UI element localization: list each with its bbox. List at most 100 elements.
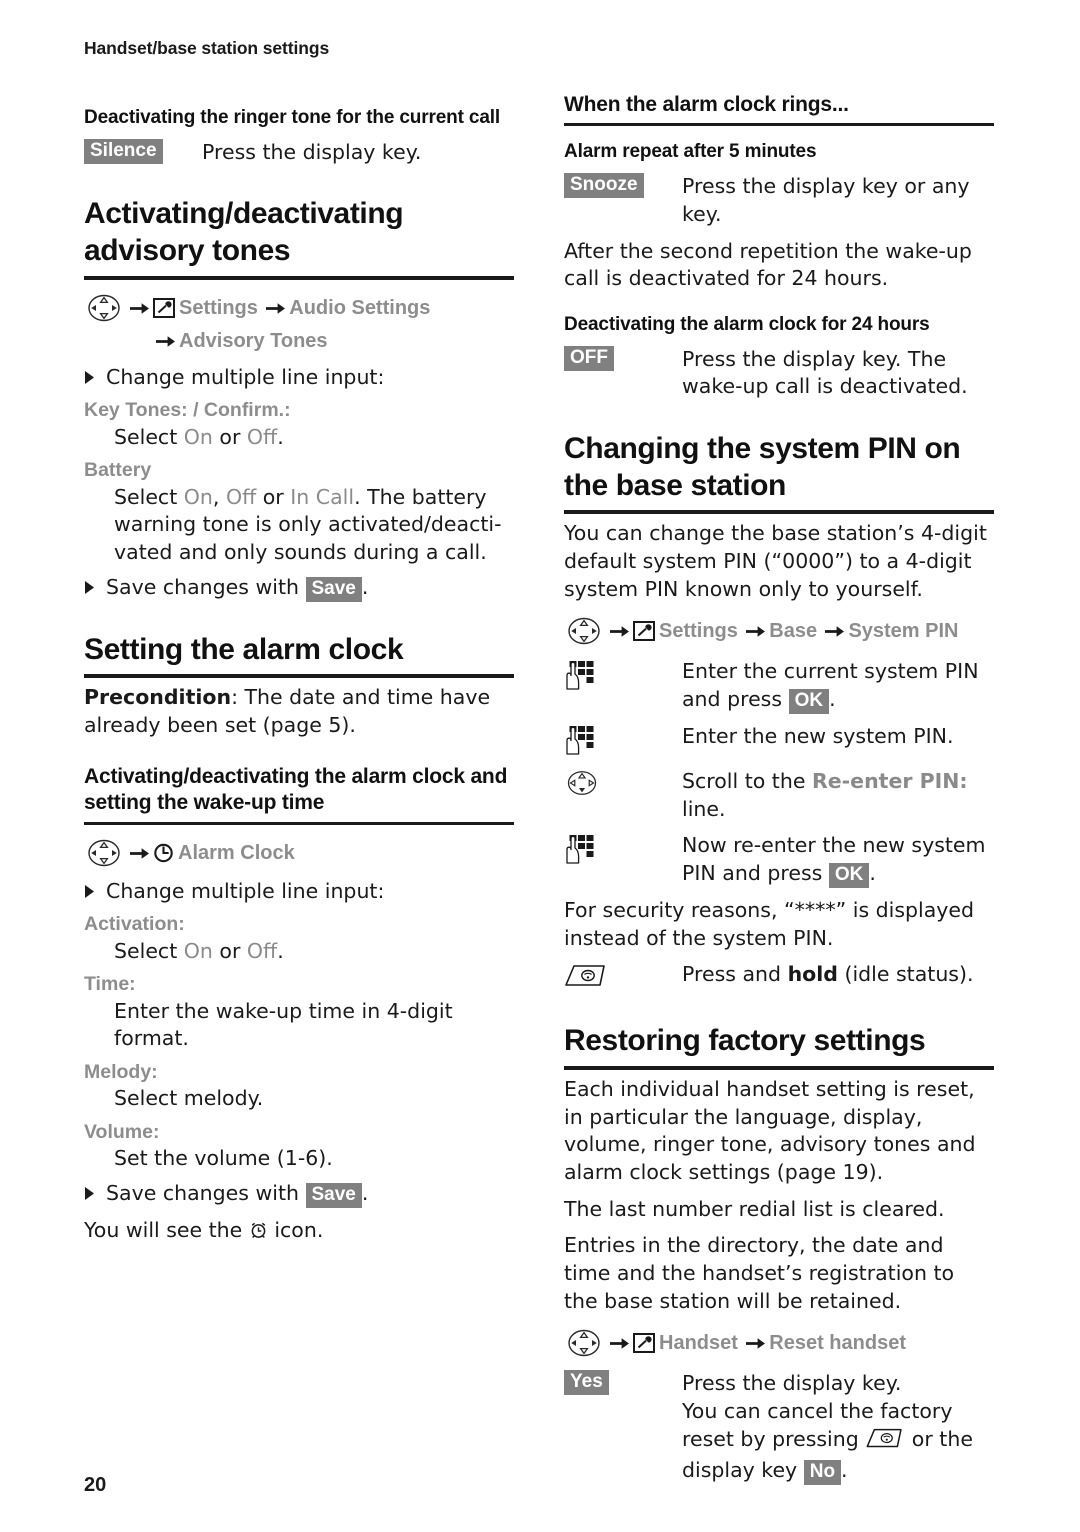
nav-path-system-pin: Settings Base System PIN	[564, 614, 994, 649]
nav-path-chain-pin: Settings Base System PIN	[608, 614, 994, 649]
param-term: Melody:	[84, 1060, 158, 1083]
keypad-icon	[564, 832, 682, 868]
desc-post: .	[277, 424, 284, 449]
param-melody: Melody: Select melody.	[84, 1060, 514, 1113]
menu-item-reset-handset[interactable]: Reset handset	[769, 1332, 906, 1354]
heading-activating-alarm-wakeup: Activating/deactivating the alarm clock …	[84, 764, 514, 825]
manual-page: Handset/base station settings Deactivati…	[0, 0, 1080, 1532]
desc-mid: or	[212, 938, 247, 963]
nav-key-icon	[564, 768, 682, 800]
option-off: Off	[225, 484, 257, 509]
nav-key-icon	[84, 291, 128, 326]
triangle-bullet-icon	[84, 364, 106, 385]
param-volume: Volume: Set the volume (1-6).	[84, 1120, 514, 1173]
display-key-off[interactable]: OFF	[564, 345, 614, 371]
step-off: OFF Press the display key. The wake-up c…	[564, 345, 994, 401]
desc-mid2: or	[256, 484, 291, 509]
page-number: 20	[84, 1474, 107, 1496]
yes-key-description: Press the display key. You can cancel th…	[682, 1370, 994, 1486]
reset-paragraph-1: Each individual handset setting is reset…	[564, 1076, 976, 1184]
menu-item-audio-settings[interactable]: Audio Settings	[289, 297, 430, 319]
nav-key-icon	[564, 614, 608, 649]
heading-when-alarm-rings: When the alarm clock rings...	[564, 92, 994, 127]
menu-item-advisory-tones[interactable]: Advisory Tones	[179, 330, 328, 352]
heading-deactivating-ringer: Deactivating the ringer tone for the cur…	[84, 107, 501, 128]
heading-changing-system-pin: Changing the system PIN on the base stat…	[564, 431, 994, 515]
bullet-change-multiline-alarm: Change multiple line input:	[84, 878, 514, 906]
display-key-no[interactable]: No	[803, 1460, 842, 1486]
arrow-icon	[746, 618, 766, 647]
desc-pre: Select	[114, 484, 184, 509]
display-key-ok[interactable]: OK	[788, 688, 830, 714]
bullet-save-advisory: Save changes with Save.	[84, 574, 514, 602]
bullet-text: Change multiple line input:	[106, 878, 385, 903]
nav-path-advisory-tones: Settings Audio Settings Advisory Tones	[84, 291, 514, 357]
bullet-text: Save changes with Save.	[106, 574, 368, 602]
menu-item-system-pin[interactable]: System PIN	[848, 620, 958, 642]
option-on: On	[183, 424, 213, 449]
settings-wrench-icon	[153, 297, 175, 326]
step-post: .	[829, 686, 836, 711]
nav-path-alarm-clock: Alarm Clock	[84, 836, 514, 871]
step-enter-new-pin: Enter the new system PIN.	[564, 723, 994, 759]
nav-path-chain-alarm: Alarm Clock	[128, 836, 514, 871]
display-key-snooze[interactable]: Snooze	[564, 173, 644, 199]
param-description: Set the volume (1-6).	[114, 1146, 333, 1171]
menu-item-settings[interactable]: Settings	[179, 297, 258, 319]
step-reenter-new-pin: Now re-enter the new system PIN and pres…	[564, 832, 994, 888]
arrow-icon	[746, 1330, 766, 1359]
display-key-yes[interactable]: Yes	[564, 1370, 609, 1396]
display-key-save[interactable]: Save	[305, 1182, 362, 1208]
menu-item-alarm-clock[interactable]: Alarm Clock	[178, 842, 295, 864]
off-key-description: Press the display key. The wake-up call …	[682, 346, 968, 399]
step-confirm-yes: Yes Press the display key. You can cance…	[564, 1370, 994, 1486]
step-post: .	[869, 860, 876, 885]
desc-post: .	[277, 938, 284, 963]
step-pre: Scroll to the	[682, 768, 812, 793]
end-call-key-icon	[564, 961, 682, 993]
hold-bold: hold	[787, 962, 838, 987]
menu-item-base[interactable]: Base	[769, 620, 817, 642]
param-term: Key Tones: / Confirm.:	[84, 399, 291, 422]
arrow-icon	[610, 618, 629, 647]
step-text: Press and hold (idle status).	[682, 961, 994, 989]
nav-path-chain-advisory: Settings Audio Settings Advisory Tones	[128, 291, 514, 357]
pin-security-note: For security reasons, “****” is displaye…	[564, 897, 975, 950]
bullet-change-multiline-advisory: Change multiple line input:	[84, 364, 514, 392]
display-key-silence[interactable]: Silence	[84, 138, 163, 164]
save-pre: Save changes with	[106, 574, 306, 599]
bullet-text: Save changes with Save.	[106, 1180, 368, 1208]
param-description: Select On or Off.	[114, 938, 514, 966]
param-battery: Battery Select On, Off or In Call. The b…	[84, 458, 514, 566]
param-activation: Activation: Select On or Off.	[84, 912, 514, 965]
step-text: Enter the new system PIN.	[682, 723, 954, 748]
snooze-key-description: Press the display key or any key.	[682, 174, 970, 226]
pin-intro-text: You can change the base station’s 4-digi…	[564, 521, 987, 601]
menu-item-handset[interactable]: Handset	[659, 1332, 738, 1354]
param-description: Select melody.	[114, 1086, 264, 1111]
precondition-label: Precondition	[84, 685, 232, 710]
left-column: Deactivating the ringer tone for the cur…	[84, 92, 514, 1485]
triangle-bullet-icon	[84, 878, 106, 899]
heading-alarm-repeat: Alarm repeat after 5 minutes	[564, 141, 817, 163]
display-key-save[interactable]: Save	[305, 576, 362, 602]
keypad-icon	[564, 658, 682, 694]
note-pre: You will see the	[84, 1217, 249, 1242]
silence-key-gutter: Silence	[84, 138, 202, 164]
option-off: Off	[246, 424, 278, 449]
precondition-text: Precondition: The date and time have alr…	[84, 684, 514, 739]
yes-desc-post: .	[841, 1458, 848, 1483]
arrow-icon	[130, 295, 149, 324]
display-key-ok[interactable]: OK	[828, 862, 870, 888]
step-enter-current-pin: Enter the current system PIN and press O…	[564, 658, 994, 714]
heading-deactivating-24-hours: Deactivating the alarm clock for 24 hour…	[564, 313, 930, 335]
param-description: Select On, Off or In Call. The battery w…	[114, 484, 514, 567]
desc-mid: or	[212, 424, 247, 449]
desc-mid: ,	[212, 484, 226, 509]
bullet-save-alarm: Save changes with Save.	[84, 1180, 514, 1208]
reset-paragraph-3: Entries in the directory, the date and t…	[564, 1233, 955, 1313]
param-time: Time: Enter the wake-up time in 4-digit …	[84, 972, 514, 1053]
param-key-tones: Key Tones: / Confirm.: Select On or Off.	[84, 398, 514, 451]
param-description: Select On or Off.	[114, 424, 514, 452]
menu-item-settings[interactable]: Settings	[659, 620, 738, 642]
